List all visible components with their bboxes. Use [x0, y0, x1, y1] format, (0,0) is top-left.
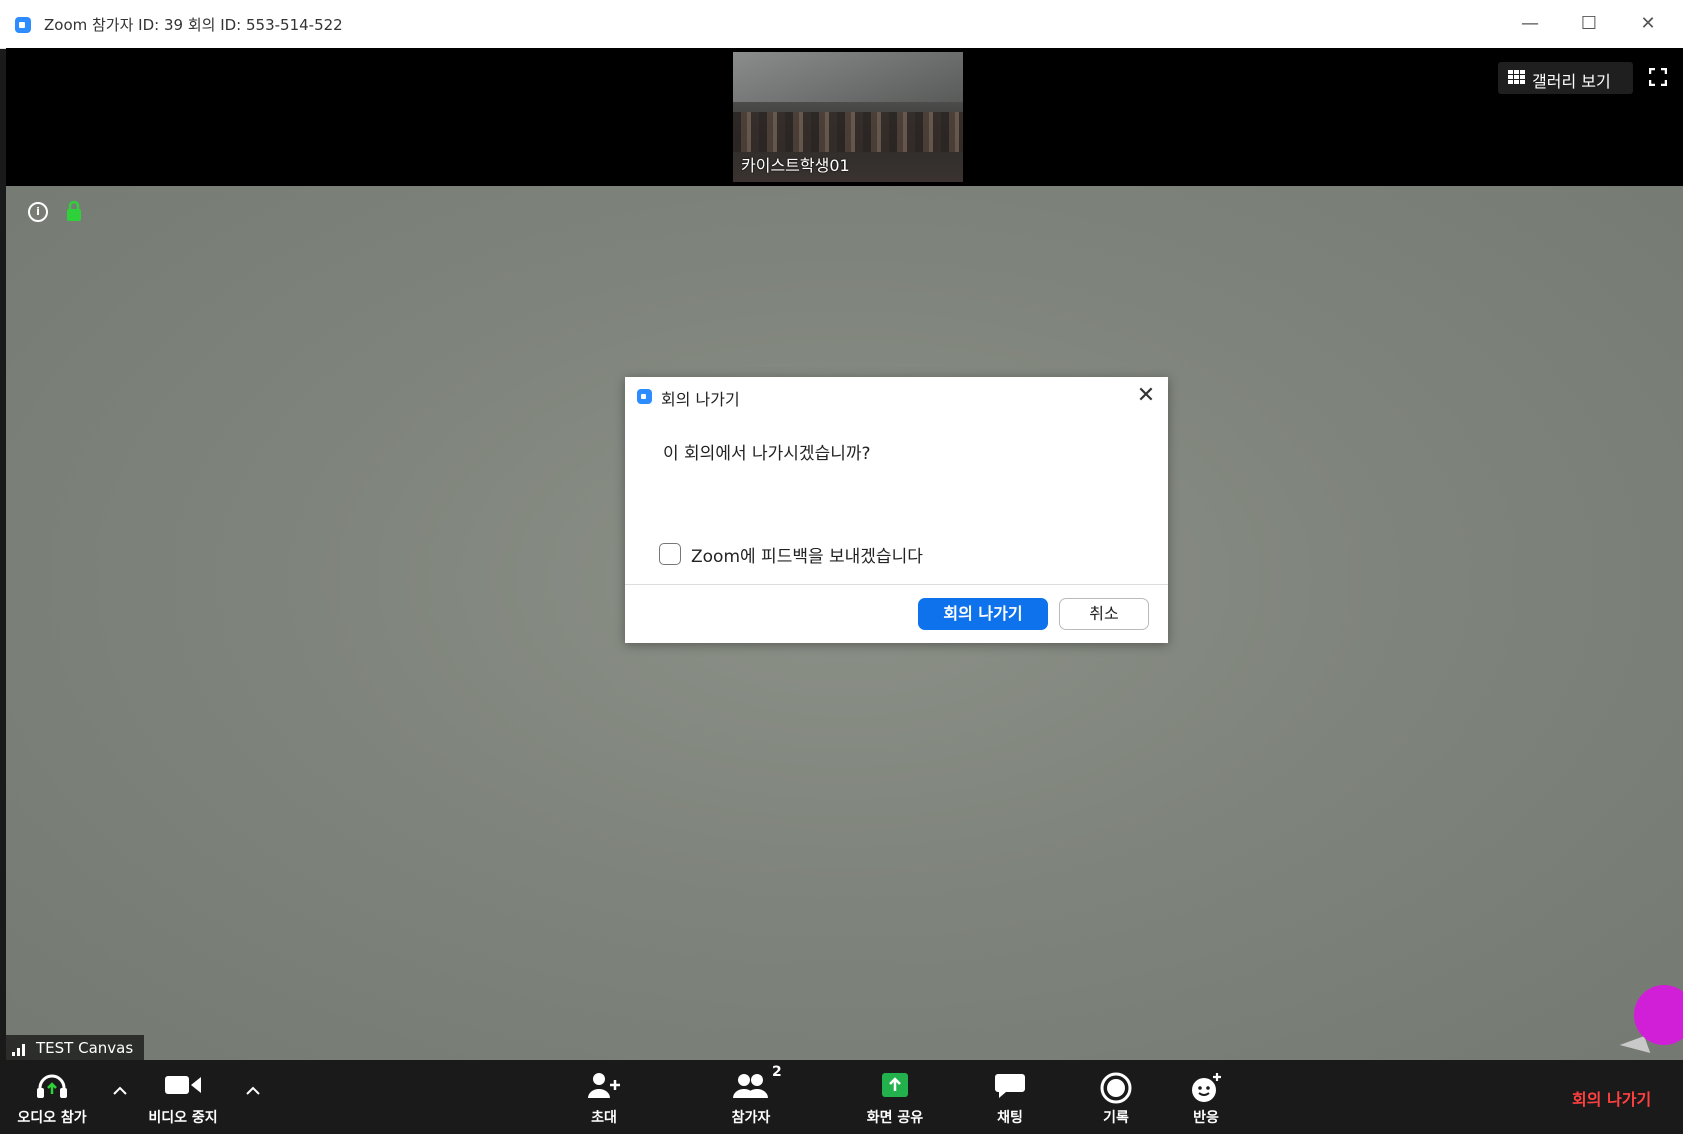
zoom-logo-icon — [15, 17, 31, 33]
record-label: 기록 — [1103, 1110, 1129, 1126]
chat-label: 채팅 — [997, 1110, 1023, 1126]
thumbnail-image-ceiling — [733, 52, 963, 102]
participant-thumbnail[interactable]: 카이스트학생01 — [733, 52, 963, 182]
stop-video-label: 비디오 중지 — [148, 1110, 218, 1126]
cancel-button[interactable]: 취소 — [1059, 598, 1149, 630]
signal-strength-icon — [12, 1044, 25, 1056]
gallery-grid-icon — [1508, 70, 1526, 86]
share-screen-button[interactable]: 화면 공유 — [854, 1060, 936, 1133]
speaker-name-label: TEST Canvas — [6, 1035, 144, 1061]
dialog-title: 회의 나가기 — [661, 390, 740, 409]
meeting-toolbar: 오디오 참가 비디오 중지 초대 참가자 2 화면 공유 채팅 기록 반응 회의… — [6, 1060, 1683, 1133]
minimize-button[interactable]: — — [1515, 12, 1545, 36]
dialog-message: 이 회의에서 나가시겠습니까? — [663, 444, 871, 464]
video-camera-icon — [165, 1076, 201, 1094]
share-screen-label: 화면 공유 — [866, 1110, 924, 1126]
encryption-lock-icon[interactable] — [66, 200, 82, 222]
info-icon[interactable]: i — [28, 202, 48, 222]
send-feedback-checkbox[interactable] — [659, 543, 681, 565]
speaker-name: TEST Canvas — [36, 1039, 134, 1057]
window-titlebar: Zoom 참가자 ID: 39 회의 ID: 553-514-522 — ☐ ✕ — [0, 0, 1683, 49]
dialog-close-icon[interactable]: ✕ — [1133, 383, 1159, 409]
leave-meeting-button[interactable]: 회의 나가기 — [1572, 1086, 1651, 1110]
fullscreen-icon[interactable] — [1649, 68, 1667, 86]
participants-icon — [733, 1074, 768, 1098]
chat-bubble-icon — [995, 1074, 1025, 1098]
participants-count-badge: 2 — [772, 1064, 782, 1080]
add-person-icon — [588, 1073, 620, 1098]
reactions-label: 반응 — [1193, 1110, 1219, 1126]
chat-button[interactable]: 채팅 — [980, 1060, 1040, 1133]
join-audio-label: 오디오 참가 — [17, 1110, 87, 1126]
record-icon — [1100, 1072, 1132, 1104]
invite-button[interactable]: 초대 — [574, 1060, 634, 1133]
gallery-view-button[interactable]: 갤러리 보기 — [1498, 62, 1633, 94]
window-close-button[interactable]: ✕ — [1633, 12, 1663, 36]
zoom-logo-icon — [637, 389, 652, 404]
reactions-button[interactable]: 반응 — [1176, 1060, 1236, 1133]
join-audio-button[interactable]: 오디오 참가 — [6, 1060, 98, 1133]
headphones-icon — [37, 1074, 67, 1098]
video-options-chevron-up-icon[interactable] — [246, 1086, 260, 1096]
send-feedback-label[interactable]: Zoom에 피드백을 보내겠습니다 — [691, 542, 923, 567]
record-button[interactable]: 기록 — [1086, 1060, 1146, 1133]
participant-thumbnail-name: 카이스트학생01 — [741, 156, 850, 175]
leave-meeting-dialog: 회의 나가기 ✕ 이 회의에서 나가시겠습니까? Zoom에 피드백을 보내겠습… — [625, 377, 1168, 643]
audio-options-chevron-up-icon[interactable] — [113, 1086, 127, 1096]
thumbnail-image-shelves — [733, 112, 963, 152]
invite-label: 초대 — [591, 1110, 617, 1126]
stop-video-button[interactable]: 비디오 중지 — [138, 1060, 228, 1133]
maximize-button[interactable]: ☐ — [1574, 12, 1604, 36]
dialog-divider — [625, 584, 1168, 585]
participants-label: 참가자 — [731, 1110, 771, 1126]
share-screen-icon — [882, 1073, 908, 1097]
confirm-leave-button[interactable]: 회의 나가기 — [918, 598, 1048, 630]
add-reaction-icon — [1192, 1073, 1221, 1102]
window-title: Zoom 참가자 ID: 39 회의 ID: 553-514-522 — [44, 16, 343, 34]
thumbnail-strip: 카이스트학생01 갤러리 보기 — [6, 48, 1683, 186]
gallery-view-label: 갤러리 보기 — [1532, 72, 1611, 91]
